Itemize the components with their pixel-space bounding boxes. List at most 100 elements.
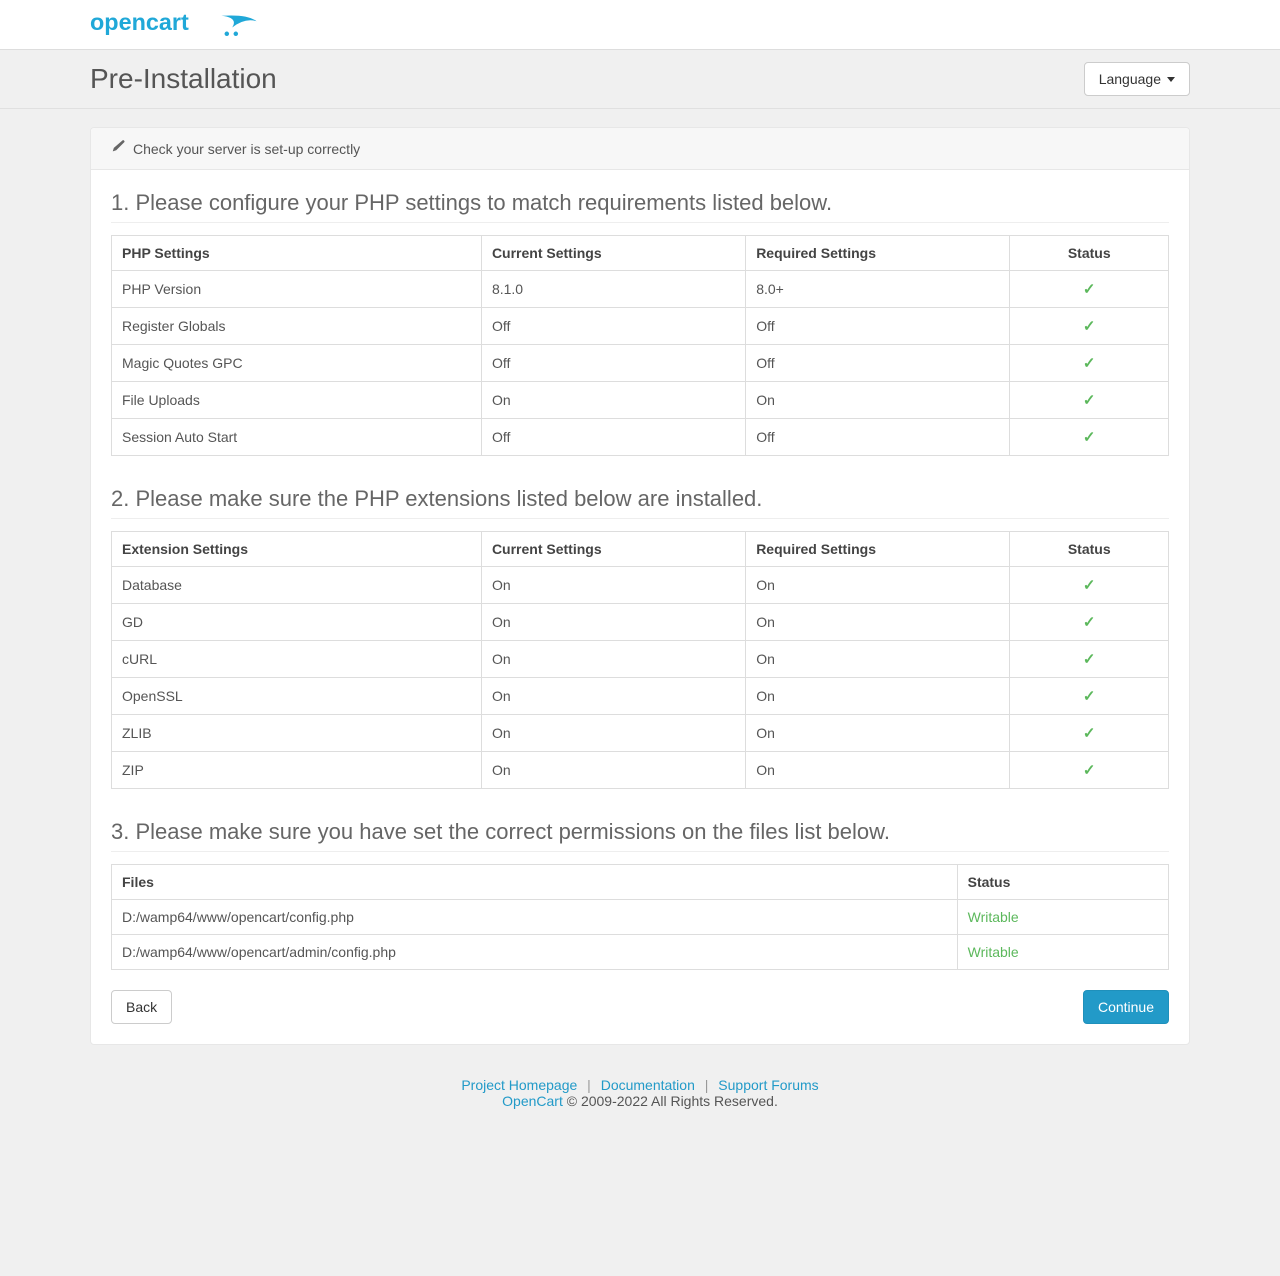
php-settings-table: PHP Settings Current Settings Required S… [111, 235, 1169, 456]
check-icon: ✓ [1083, 725, 1096, 742]
cell-status: ✓ [1010, 419, 1169, 456]
cell: OpenSSL [112, 678, 482, 715]
check-icon: ✓ [1083, 762, 1096, 779]
cell: Off [746, 308, 1010, 345]
footer-link-home[interactable]: Project Homepage [461, 1077, 577, 1093]
cell: File Uploads [112, 382, 482, 419]
table-row: PHP Version8.1.08.0+ ✓ [112, 271, 1169, 308]
cell-status: ✓ [1010, 382, 1169, 419]
section2-title: 2. Please make sure the PHP extensions l… [111, 486, 1169, 519]
cell: On [746, 604, 1010, 641]
cell: On [746, 715, 1010, 752]
table-header: Current Settings [481, 236, 745, 271]
cell: On [481, 678, 745, 715]
section1-title: 1. Please configure your PHP settings to… [111, 190, 1169, 223]
cell: Off [481, 419, 745, 456]
svg-text:opencart: opencart [90, 9, 189, 35]
cell-status: Writable [957, 900, 1168, 935]
table-header: Status [1010, 236, 1169, 271]
check-icon: ✓ [1083, 392, 1096, 409]
cell: Magic Quotes GPC [112, 345, 482, 382]
check-icon: ✓ [1083, 318, 1096, 335]
table-row: DatabaseOnOn✓ [112, 567, 1169, 604]
back-button[interactable]: Back [111, 990, 172, 1024]
table-header: Required Settings [746, 532, 1010, 567]
table-header: Current Settings [481, 532, 745, 567]
header-bar: Pre-Installation Language [0, 50, 1280, 109]
cell-status: ✓ [1010, 567, 1169, 604]
table-header: Status [1010, 532, 1169, 567]
table-row: OpenSSLOnOn✓ [112, 678, 1169, 715]
check-icon: ✓ [1083, 355, 1096, 372]
cell-status: ✓ [1010, 308, 1169, 345]
cell: Off [481, 308, 745, 345]
cell: Database [112, 567, 482, 604]
cell: PHP Version [112, 271, 482, 308]
cell-status: ✓ [1010, 271, 1169, 308]
cell: On [481, 752, 745, 789]
cell: On [746, 752, 1010, 789]
cell: On [481, 641, 745, 678]
check-icon: ✓ [1083, 651, 1096, 668]
cell: 8.1.0 [481, 271, 745, 308]
cell-status: Writable [957, 935, 1168, 970]
cell: On [481, 715, 745, 752]
cell: 8.0+ [746, 271, 1010, 308]
cell: On [746, 641, 1010, 678]
table-row: Session Auto StartOffOff✓ [112, 419, 1169, 456]
cell: ZIP [112, 752, 482, 789]
cell: Session Auto Start [112, 419, 482, 456]
cell: D:/wamp64/www/opencart/config.php [112, 900, 958, 935]
logo-link[interactable]: opencart [90, 5, 270, 44]
cell: Register Globals [112, 308, 482, 345]
check-icon: ✓ [1083, 429, 1096, 446]
continue-button[interactable]: Continue [1083, 990, 1169, 1024]
cell-status: ✓ [1010, 604, 1169, 641]
table-row: ZIPOnOn✓ [112, 752, 1169, 789]
cell-status: ✓ [1010, 678, 1169, 715]
footer: Project Homepage | Documentation | Suppo… [90, 1065, 1190, 1139]
table-row: cURLOnOn✓ [112, 641, 1169, 678]
table-row: Magic Quotes GPCOffOff✓ [112, 345, 1169, 382]
footer-link-opencart[interactable]: OpenCart [502, 1093, 563, 1109]
cell: D:/wamp64/www/opencart/admin/config.php [112, 935, 958, 970]
section3-title: 3. Please make sure you have set the cor… [111, 819, 1169, 852]
cell: Off [481, 345, 745, 382]
panel-heading: Check your server is set-up correctly [91, 128, 1189, 170]
cell-status: ✓ [1010, 752, 1169, 789]
table-row: Register GlobalsOffOff✓ [112, 308, 1169, 345]
navbar: opencart [0, 0, 1280, 50]
cell: cURL [112, 641, 482, 678]
language-label: Language [1099, 71, 1161, 87]
table-header: Files [112, 865, 958, 900]
language-dropdown[interactable]: Language [1084, 62, 1190, 96]
main-panel: Check your server is set-up correctly 1.… [90, 127, 1190, 1045]
table-row: D:/wamp64/www/opencart/admin/config.phpW… [112, 935, 1169, 970]
table-row: File UploadsOnOn✓ [112, 382, 1169, 419]
table-row: GDOnOn✓ [112, 604, 1169, 641]
footer-link-forums[interactable]: Support Forums [718, 1077, 818, 1093]
cell: On [746, 678, 1010, 715]
table-header: Extension Settings [112, 532, 482, 567]
table-header: PHP Settings [112, 236, 482, 271]
cell: On [746, 567, 1010, 604]
cell: On [481, 382, 745, 419]
check-icon: ✓ [1083, 688, 1096, 705]
cell-status: ✓ [1010, 345, 1169, 382]
cell: On [481, 567, 745, 604]
table-header: Status [957, 865, 1168, 900]
page-title: Pre-Installation [90, 63, 277, 95]
check-icon: ✓ [1083, 281, 1096, 298]
footer-copyright: © 2009-2022 All Rights Reserved. [563, 1093, 778, 1109]
extensions-table: Extension Settings Current Settings Requ… [111, 531, 1169, 789]
caret-down-icon [1167, 77, 1175, 82]
footer-link-docs[interactable]: Documentation [601, 1077, 695, 1093]
opencart-logo-icon: opencart [90, 5, 270, 41]
cell: ZLIB [112, 715, 482, 752]
table-header: Required Settings [746, 236, 1010, 271]
files-table: Files Status D:/wamp64/www/opencart/conf… [111, 864, 1169, 970]
cell: Off [746, 419, 1010, 456]
cell-status: ✓ [1010, 715, 1169, 752]
cell: Off [746, 345, 1010, 382]
pencil-icon [111, 140, 125, 157]
